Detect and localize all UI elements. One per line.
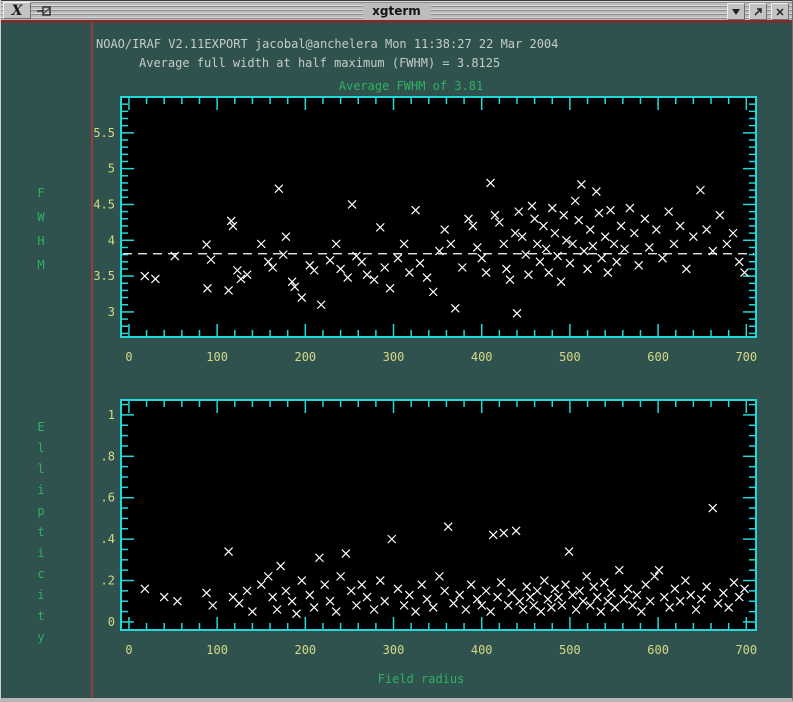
- svg-text:4: 4: [108, 233, 115, 247]
- close-x-icon: [776, 7, 784, 16]
- svg-text:600: 600: [647, 643, 669, 657]
- fwhm-plot[interactable]: 0 100 200 300 400 500 600 700 3 3.5 4 4.5 5 5.5: [81, 90, 781, 370]
- svg-text:700: 700: [735, 350, 757, 364]
- titlebar-separator: [1, 20, 792, 23]
- pin-icon[interactable]: [37, 6, 53, 16]
- svg-text:100: 100: [206, 643, 228, 657]
- svg-text:200: 200: [294, 350, 316, 364]
- svg-text:500: 500: [559, 350, 581, 364]
- ellipticity-axis-label: Ellipticity: [34, 420, 48, 651]
- svg-text:.4: .4: [101, 532, 115, 546]
- field-radius-axis-label: Field radius: [377, 672, 465, 686]
- svg-text:3.5: 3.5: [93, 269, 115, 283]
- svg-text:5: 5: [108, 162, 115, 176]
- iraf-banner: NOAO/IRAF V2.11EXPORT jacobal@anchelera …: [96, 37, 559, 51]
- svg-text:500: 500: [559, 643, 581, 657]
- maximize-button[interactable]: [749, 3, 767, 20]
- resize-arrow-icon: [754, 7, 762, 16]
- svg-text:400: 400: [471, 350, 493, 364]
- x11-logo-button[interactable]: X: [3, 2, 31, 19]
- svg-text:.6: .6: [101, 491, 115, 505]
- svg-text:.8: .8: [101, 449, 115, 463]
- fwhm-axis-label: FWHM: [34, 186, 48, 282]
- svg-text:4.5: 4.5: [93, 197, 115, 211]
- x11-logo-icon: X: [11, 2, 23, 19]
- svg-text:0: 0: [125, 350, 132, 364]
- titlebar[interactable]: X xgterm: [1, 0, 792, 20]
- window-title: xgterm: [362, 3, 431, 19]
- svg-text:3: 3: [108, 305, 115, 319]
- svg-text:600: 600: [647, 350, 669, 364]
- svg-text:200: 200: [294, 643, 316, 657]
- svg-text:300: 300: [383, 350, 405, 364]
- svg-text:5.5: 5.5: [93, 126, 115, 140]
- svg-text:.2: .2: [101, 574, 115, 588]
- ellipticity-plot[interactable]: 0 100 200 300 400 500 600 700 0 .2 .4 .6 .8 1: [81, 393, 781, 673]
- svg-text:700: 700: [735, 643, 757, 657]
- svg-text:0: 0: [125, 643, 132, 657]
- svg-text:100: 100: [206, 350, 228, 364]
- triangle-down-icon: [732, 8, 740, 15]
- svg-text:300: 300: [383, 643, 405, 657]
- iconify-button[interactable]: [727, 3, 745, 20]
- fwhm-summary: Average full width at half maximum (FWHM…: [139, 56, 501, 70]
- svg-text:0: 0: [108, 615, 115, 629]
- svg-text:400: 400: [471, 643, 493, 657]
- xgterm-window: X xgterm NOAO/IRAF V2.11EXPORT jacobal@a…: [0, 0, 793, 702]
- svg-text:1: 1: [108, 408, 115, 422]
- close-button[interactable]: [771, 3, 789, 20]
